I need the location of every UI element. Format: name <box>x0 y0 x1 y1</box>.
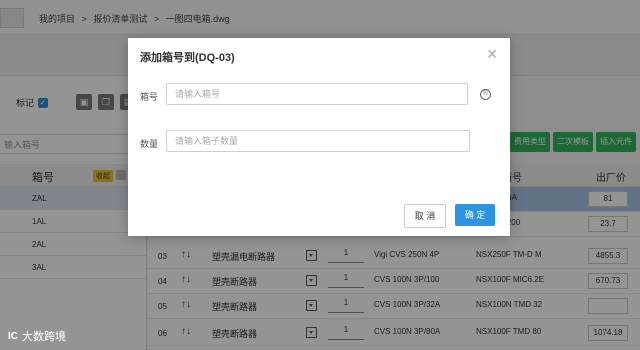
confirm-button[interactable]: 确 定 <box>455 204 495 226</box>
watermark-text: 大数跨境 <box>22 331 66 343</box>
app: 我的项目 > 报价清单测试 > 一图四电箱.dwg 标记 ✓ ▣ ❐ ▤ 输入箱… <box>0 0 640 350</box>
cancel-button[interactable]: 取 消 <box>404 204 446 228</box>
quantity-label: 数量 <box>140 139 159 149</box>
watermark-logo: IC <box>8 330 18 342</box>
registered-icon: ® <box>480 89 491 100</box>
dialog-title: 添加箱号到(DQ-03) <box>140 52 235 64</box>
quantity-input[interactable] <box>166 130 470 152</box>
add-box-dialog: 添加箱号到(DQ-03) ✕ 箱号 ® 数量 取 消 确 定 <box>128 38 510 236</box>
box-no-input[interactable] <box>166 83 468 105</box>
watermark: IC 大数跨境 <box>8 328 66 344</box>
close-icon[interactable]: ✕ <box>486 46 498 63</box>
box-no-label: 箱号 <box>140 92 159 102</box>
